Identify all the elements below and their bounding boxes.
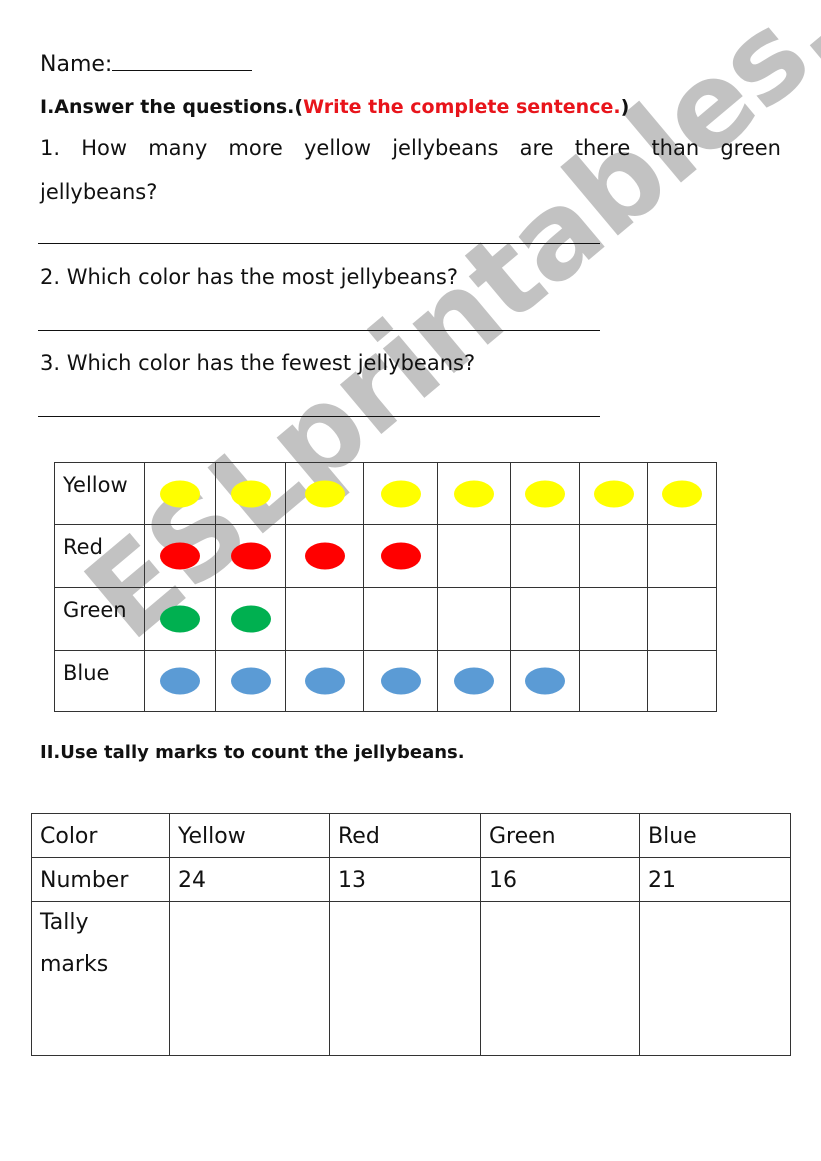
pictograph-cell bbox=[215, 587, 286, 651]
tally-row-number: Number 24 13 16 21 bbox=[31, 857, 791, 902]
tally-row-marks: Tally marks bbox=[31, 901, 791, 1056]
pictograph-cell bbox=[285, 587, 364, 651]
jellybean-icon bbox=[160, 542, 200, 570]
pictograph-cell bbox=[437, 524, 511, 588]
jellybean-icon bbox=[230, 480, 271, 507]
jellybean-icon bbox=[304, 667, 345, 695]
jellybean-icon bbox=[380, 542, 421, 570]
pictograph-cell bbox=[363, 524, 438, 588]
pictograph-cell bbox=[510, 524, 580, 588]
question-1-line1: 1. How many more yellow jellybeans are t… bbox=[40, 136, 781, 160]
pictograph-cell bbox=[144, 650, 216, 712]
jellybean-icon bbox=[160, 605, 200, 633]
pictograph-cell bbox=[215, 462, 286, 525]
question-1-line2: jellybeans? bbox=[40, 180, 158, 204]
number-cell: 16 bbox=[480, 857, 640, 902]
tally-row-color: Color Yellow Red Green Blue bbox=[31, 813, 791, 858]
pictograph-table: Yellow Red Green Blue bbox=[54, 462, 717, 712]
name-blank[interactable] bbox=[112, 52, 253, 71]
pictograph-row-label: Blue bbox=[54, 650, 145, 712]
paren-close: ) bbox=[620, 96, 630, 118]
pictograph-cell bbox=[510, 462, 580, 525]
tally-input-cell[interactable] bbox=[480, 901, 640, 1056]
tally-input-cell[interactable] bbox=[329, 901, 481, 1056]
jellybean-icon bbox=[454, 480, 494, 507]
color-cell: Red bbox=[329, 813, 481, 858]
jellybean-icon bbox=[380, 480, 421, 507]
pictograph-cell bbox=[647, 587, 717, 651]
jellybean-icon bbox=[160, 480, 200, 507]
pictograph-cell bbox=[215, 650, 286, 712]
section2-heading: II.Use tally marks to count the jellybea… bbox=[40, 742, 465, 763]
pictograph-cell bbox=[647, 650, 717, 712]
answer-line-3[interactable] bbox=[38, 416, 600, 417]
pictograph-row: Red bbox=[54, 524, 717, 588]
pictograph-cell bbox=[285, 524, 364, 588]
question-2: 2. Which color has the most jellybeans? bbox=[40, 265, 458, 289]
number-cell: 21 bbox=[639, 857, 791, 902]
instruction-text: Write the complete sentence. bbox=[303, 96, 621, 118]
jellybean-icon bbox=[230, 605, 271, 633]
pictograph-cell bbox=[647, 524, 717, 588]
pictograph-cell bbox=[144, 587, 216, 651]
jellybean-icon bbox=[304, 480, 345, 507]
name-label: Name: bbox=[40, 52, 113, 77]
jellybean-icon bbox=[525, 480, 565, 507]
pictograph-cell bbox=[437, 462, 511, 525]
jellybean-icon bbox=[662, 480, 702, 507]
number-cell: 13 bbox=[329, 857, 481, 902]
color-cell: Yellow bbox=[169, 813, 330, 858]
pictograph-row-label: Red bbox=[54, 524, 145, 588]
pictograph-cell bbox=[437, 650, 511, 712]
pictograph-cell bbox=[285, 462, 364, 525]
question-3: 3. Which color has the fewest jellybeans… bbox=[40, 351, 476, 375]
pictograph-cell bbox=[647, 462, 717, 525]
jellybean-icon bbox=[593, 480, 634, 507]
jellybean-icon bbox=[160, 667, 200, 695]
pictograph-row-label: Yellow bbox=[54, 462, 145, 525]
pictograph-cell bbox=[215, 524, 286, 588]
section1-heading: I.Answer the questions.(Write the comple… bbox=[40, 96, 629, 118]
color-cell: Green bbox=[480, 813, 640, 858]
pictograph-cell bbox=[579, 462, 648, 525]
pictograph-cell bbox=[510, 587, 580, 651]
pictograph-row: Yellow bbox=[54, 462, 717, 525]
section1-heading-text: I.Answer the questions. bbox=[40, 96, 295, 118]
answer-line-2[interactable] bbox=[38, 330, 600, 331]
tally-table: Color Yellow Red Green Blue Number 24 13… bbox=[31, 813, 791, 1056]
row-header-color: Color bbox=[31, 813, 170, 858]
pictograph-cell bbox=[144, 524, 216, 588]
jellybean-icon bbox=[304, 542, 345, 570]
answer-line-1[interactable] bbox=[38, 243, 600, 244]
pictograph-row: Blue bbox=[54, 650, 717, 712]
row-header-number: Number bbox=[31, 857, 170, 902]
tally-input-cell[interactable] bbox=[639, 901, 791, 1056]
jellybean-icon bbox=[230, 667, 271, 695]
pictograph-cell bbox=[579, 587, 648, 651]
pictograph-cell bbox=[363, 650, 438, 712]
pictograph-cell bbox=[285, 650, 364, 712]
jellybean-icon bbox=[454, 667, 494, 695]
color-cell: Blue bbox=[639, 813, 791, 858]
name-field[interactable]: Name: bbox=[40, 52, 253, 77]
pictograph-cell bbox=[579, 524, 648, 588]
pictograph-cell bbox=[437, 587, 511, 651]
pictograph-cell bbox=[510, 650, 580, 712]
pictograph-cell bbox=[579, 650, 648, 712]
row-header-tally: Tally marks bbox=[31, 901, 170, 1056]
jellybean-icon bbox=[230, 542, 271, 570]
pictograph-row-label: Green bbox=[54, 587, 145, 651]
pictograph-cell bbox=[363, 587, 438, 651]
pictograph-row: Green bbox=[54, 587, 717, 651]
pictograph-cell bbox=[363, 462, 438, 525]
jellybean-icon bbox=[525, 667, 565, 695]
number-cell: 24 bbox=[169, 857, 330, 902]
paren-open: ( bbox=[294, 96, 304, 118]
jellybean-icon bbox=[380, 667, 421, 695]
tally-input-cell[interactable] bbox=[169, 901, 330, 1056]
pictograph-cell bbox=[144, 462, 216, 525]
